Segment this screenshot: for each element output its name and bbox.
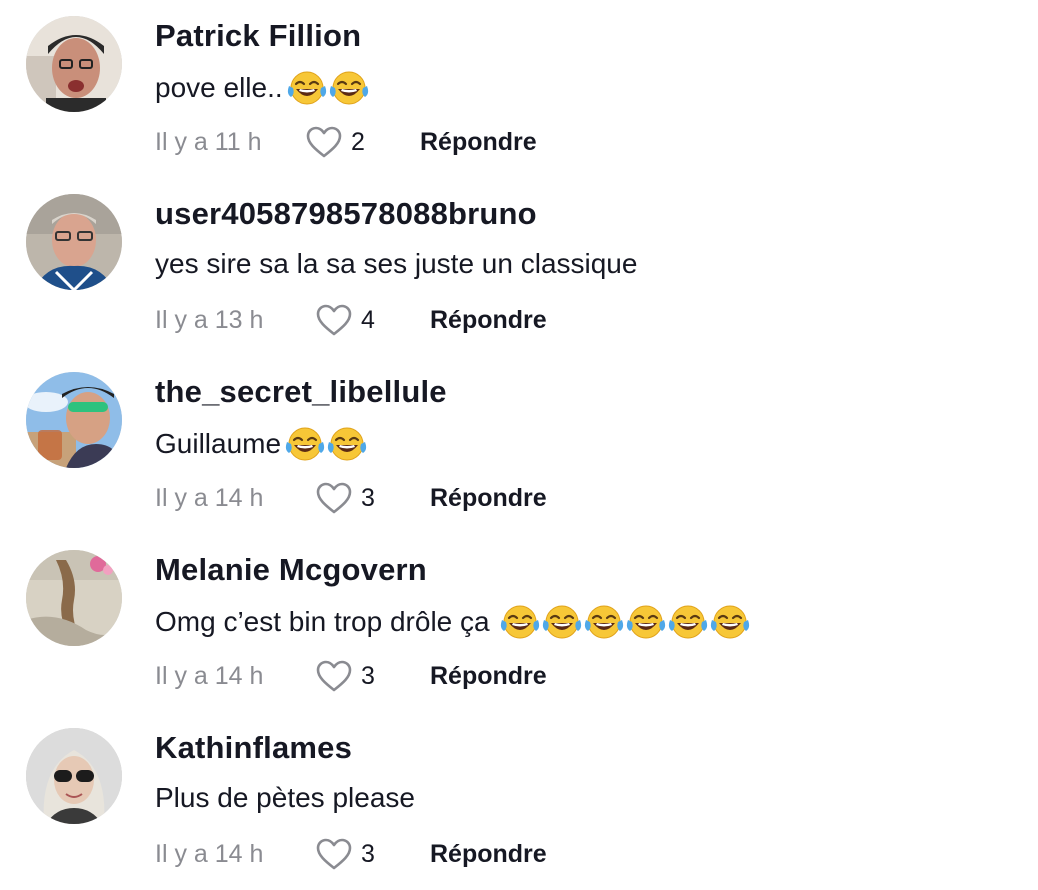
comment-time: Il y a 14 h (155, 483, 264, 512)
reply-button[interactable]: Répondre (420, 128, 537, 157)
comment-username[interactable]: the_secret_libellule (155, 374, 447, 410)
comment-text-content: Omg c’est bin trop drôle ça (155, 606, 490, 637)
comment-text: Omg c’est bin trop drôle ça (155, 604, 752, 640)
face-with-tears-of-joy-icon (668, 605, 707, 639)
comment-text: Guillaume (155, 426, 369, 462)
comment-item: Patrick Fillion pove elle.. Il y a 11 h … (0, 0, 1038, 178)
avatar[interactable] (26, 728, 122, 824)
face-with-tears-of-joy-icon (542, 605, 581, 639)
heart-outline-icon (306, 126, 342, 158)
avatar-photo (26, 372, 122, 468)
emoji-group (285, 426, 369, 462)
comment-text-content: Plus de pètes please (155, 782, 415, 813)
avatar-photo (26, 728, 122, 824)
comment-meta: Il y a 11 h 2 Répondre (155, 122, 537, 162)
avatar-photo (26, 194, 122, 290)
face-with-tears-of-joy-icon (329, 71, 368, 105)
like-count: 4 (361, 305, 375, 334)
comment-text-content: yes sire sa la sa ses juste un classique (155, 248, 638, 279)
reply-button[interactable]: Répondre (430, 662, 547, 691)
avatar[interactable] (26, 550, 122, 646)
comment-username[interactable]: user4058798578088bruno (155, 196, 537, 232)
comment-text-content: pove elle.. (155, 72, 283, 103)
like-count: 2 (351, 127, 365, 156)
comment-meta: Il y a 14 h 3 Répondre (155, 656, 547, 696)
heart-outline-icon (316, 660, 352, 692)
comment-item: the_secret_libellule Guillaume Il y a 14… (0, 356, 1038, 534)
comment-item: Kathinflames Plus de pètes please Il y a… (0, 712, 1038, 890)
avatar[interactable] (26, 16, 122, 112)
comment-text: yes sire sa la sa ses juste un classique (155, 248, 641, 280)
emoji-group (500, 604, 752, 640)
like-button[interactable]: 3 (315, 837, 430, 871)
comment-item: user4058798578088bruno yes sire sa la sa… (0, 178, 1038, 356)
face-with-tears-of-joy-icon (626, 605, 665, 639)
like-count: 3 (361, 483, 375, 512)
heart-outline-icon (316, 838, 352, 870)
comment-username[interactable]: Kathinflames (155, 730, 352, 766)
avatar[interactable] (26, 372, 122, 468)
comment-meta: Il y a 14 h 3 Répondre (155, 834, 547, 874)
face-with-tears-of-joy-icon (500, 605, 539, 639)
face-with-tears-of-joy-icon (285, 427, 325, 461)
face-with-tears-of-joy-icon (584, 605, 623, 639)
like-button[interactable]: 3 (315, 659, 430, 693)
comment-time: Il y a 14 h (155, 661, 264, 690)
avatar-photo (26, 16, 122, 112)
comment-username[interactable]: Patrick Fillion (155, 18, 361, 54)
heart-outline-icon (316, 304, 352, 336)
emoji-group (287, 70, 371, 106)
heart-outline-icon (316, 482, 352, 514)
like-button[interactable]: 3 (315, 481, 430, 515)
comment-time: Il y a 14 h (155, 839, 264, 868)
face-with-tears-of-joy-icon (710, 605, 749, 639)
face-with-tears-of-joy-icon (327, 427, 367, 461)
comment-time: Il y a 11 h (155, 127, 262, 156)
comment-meta: Il y a 14 h 3 Répondre (155, 478, 547, 518)
comment-list: Patrick Fillion pove elle.. Il y a 11 h … (0, 0, 1038, 884)
like-button[interactable]: 4 (315, 303, 430, 337)
comment-time: Il y a 13 h (155, 305, 264, 334)
avatar-photo (26, 550, 122, 646)
reply-button[interactable]: Répondre (430, 306, 547, 335)
comment-meta: Il y a 13 h 4 Répondre (155, 300, 547, 340)
comment-text: pove elle.. (155, 70, 371, 106)
like-count: 3 (361, 661, 375, 690)
face-with-tears-of-joy-icon (287, 71, 326, 105)
comment-text-content: Guillaume (155, 428, 282, 459)
like-button[interactable]: 2 (305, 125, 420, 159)
comment-item: Melanie Mcgovern Omg c’est bin trop drôl… (0, 534, 1038, 712)
reply-button[interactable]: Répondre (430, 484, 547, 513)
like-count: 3 (361, 839, 375, 868)
reply-button[interactable]: Répondre (430, 840, 547, 869)
comment-text: Plus de pètes please (155, 782, 419, 814)
avatar[interactable] (26, 194, 122, 290)
comment-username[interactable]: Melanie Mcgovern (155, 552, 427, 588)
